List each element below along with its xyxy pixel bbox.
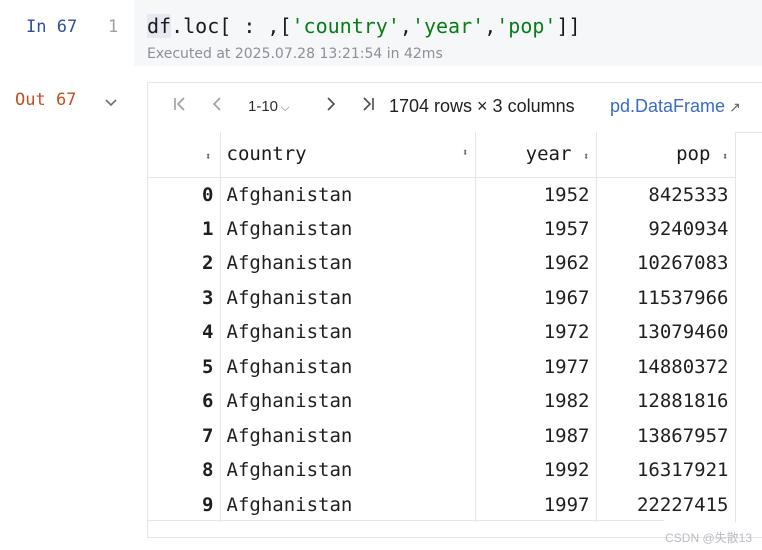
row-index[interactable]: 0	[148, 177, 221, 212]
table-row[interactable]: 7 Afghanistan 1987 13867957	[148, 418, 736, 453]
code-line[interactable]: df.loc[ : ,['country','year','pop']]	[147, 14, 581, 38]
table-header-row: ⬍ country ⬍ year ⬍ pop ⬍	[148, 132, 736, 178]
chevron-left-icon	[212, 97, 221, 111]
cell-country[interactable]: Afghanistan	[220, 211, 476, 246]
next-page-button[interactable]	[324, 96, 338, 117]
cell-country[interactable]: Afghanistan	[220, 349, 476, 384]
dataframe-type-label: pd.DataFrame	[610, 96, 726, 116]
prev-page-button[interactable]	[210, 96, 224, 117]
table-row[interactable]: 4 Afghanistan 1972 13079460	[148, 315, 736, 350]
sort-icon[interactable]: ⬍	[583, 150, 590, 163]
code-comma: ,	[484, 14, 497, 38]
chevron-down-icon	[105, 99, 117, 107]
cell-year[interactable]: 1967	[475, 280, 597, 315]
cell-pop[interactable]: 13079460	[596, 315, 736, 350]
collapse-output-button[interactable]	[102, 96, 120, 114]
cell-year[interactable]: 1992	[475, 453, 597, 488]
row-index[interactable]: 3	[148, 280, 221, 315]
row-index[interactable]: 6	[148, 384, 221, 419]
column-header-year[interactable]: year ⬍	[475, 132, 597, 178]
dataframe-viewer: 1-10 ⌵ 1704 rows × 3 columns pd.DataFrame…	[147, 82, 762, 538]
table-row[interactable]: 8 Afghanistan 1992 16317921	[148, 453, 736, 488]
first-page-icon	[174, 97, 185, 111]
open-external-icon: ↗	[729, 99, 741, 115]
code-token-loc: .loc[ : ,[	[171, 14, 292, 38]
row-index[interactable]: 5	[148, 349, 221, 384]
code-comma: ,	[399, 14, 412, 38]
cell-year[interactable]: 1987	[475, 418, 597, 453]
sort-icon[interactable]: ⬍	[722, 150, 729, 163]
table-row[interactable]: 9 Afghanistan 1997 22227415	[148, 487, 736, 522]
cell-country[interactable]: Afghanistan	[220, 280, 476, 315]
cell-pop[interactable]: 9240934	[596, 211, 736, 246]
table-row[interactable]: 3 Afghanistan 1967 11537966	[148, 280, 736, 315]
cell-year[interactable]: 1977	[475, 349, 597, 384]
pagination-toolbar: 1-10 ⌵ 1704 rows × 3 columns pd.DataFrame…	[148, 83, 762, 133]
dataframe-table: ⬍ country ⬍ year ⬍ pop ⬍ 0 Afghanistan 1952…	[148, 132, 736, 522]
cell-year[interactable]: 1997	[475, 487, 597, 522]
cell-year[interactable]: 1982	[475, 384, 597, 419]
row-index[interactable]: 7	[148, 418, 221, 453]
cell-country[interactable]: Afghanistan	[220, 246, 476, 281]
row-index[interactable]: 4	[148, 315, 221, 350]
column-header-label: country	[226, 143, 307, 166]
chevron-right-icon	[327, 97, 336, 111]
cell-year[interactable]: 1962	[475, 246, 597, 281]
cell-country[interactable]: Afghanistan	[220, 487, 476, 522]
line-number: 1	[108, 17, 119, 37]
cell-pop[interactable]: 14880372	[596, 349, 736, 384]
rows-columns-info: 1704 rows × 3 columns	[389, 96, 575, 116]
row-index[interactable]: 8	[148, 453, 221, 488]
index-header[interactable]: ⬍	[148, 132, 221, 178]
page-range-label: 1-10	[248, 98, 279, 115]
first-page-button[interactable]	[172, 96, 188, 117]
table-row[interactable]: 5 Afghanistan 1977 14880372	[148, 349, 736, 384]
cell-pop[interactable]: 12881816	[596, 384, 736, 419]
cell-year[interactable]: 1952	[475, 177, 597, 212]
cell-country[interactable]: Afghanistan	[220, 315, 476, 350]
column-header-country[interactable]: country ⬍	[220, 132, 476, 178]
cell-pop[interactable]: 22227415	[596, 487, 736, 522]
watermark: CSDN @失散13	[665, 531, 752, 545]
code-string-year: 'year'	[411, 14, 485, 38]
cell-country[interactable]: Afghanistan	[220, 384, 476, 419]
last-page-button[interactable]	[360, 96, 376, 117]
cell-pop[interactable]: 8425333	[596, 177, 736, 212]
cell-country[interactable]: Afghanistan	[220, 418, 476, 453]
column-header-pop[interactable]: pop ⬍	[596, 132, 736, 178]
cell-country[interactable]: Afghanistan	[220, 453, 476, 488]
input-prompt: In 67	[26, 17, 78, 37]
sort-icon[interactable]: ⬍	[462, 146, 469, 159]
cell-pop[interactable]: 13867957	[596, 418, 736, 453]
code-token-close: ]]	[556, 14, 581, 38]
table-row[interactable]: 1 Afghanistan 1957 9240934	[148, 211, 736, 246]
row-index[interactable]: 2	[148, 246, 221, 281]
cell-pop[interactable]: 16317921	[596, 453, 736, 488]
cell-country[interactable]: Afghanistan	[220, 177, 476, 212]
cell-pop[interactable]: 11537966	[596, 280, 736, 315]
column-header-label: year	[525, 143, 572, 166]
chevron-down-icon: ⌵	[281, 102, 290, 114]
page-range-select[interactable]: 1-10 ⌵	[248, 98, 289, 115]
row-index[interactable]: 9	[148, 487, 221, 522]
execution-info: Executed at 2025.07.28 13:21:54 in 42ms	[147, 46, 443, 62]
code-string-country: 'country'	[291, 14, 400, 38]
table-row[interactable]: 0 Afghanistan 1952 8425333	[148, 177, 736, 212]
dataframe-type-link[interactable]: pd.DataFrame ↗	[610, 96, 741, 117]
code-token-df: df	[147, 14, 172, 38]
cell-year[interactable]: 1972	[475, 315, 597, 350]
cell-pop[interactable]: 10267083	[596, 246, 736, 281]
table-row[interactable]: 2 Afghanistan 1962 10267083	[148, 246, 736, 281]
column-header-label: pop	[676, 143, 711, 166]
table-row[interactable]: 6 Afghanistan 1982 12881816	[148, 384, 736, 419]
cell-year[interactable]: 1957	[475, 211, 597, 246]
code-string-pop: 'pop'	[496, 14, 557, 38]
table-bottom-border	[148, 520, 664, 521]
row-index[interactable]: 1	[148, 211, 221, 246]
last-page-icon	[363, 97, 374, 111]
output-prompt: Out 67	[15, 90, 77, 110]
sort-icon[interactable]: ⬍	[205, 150, 212, 163]
